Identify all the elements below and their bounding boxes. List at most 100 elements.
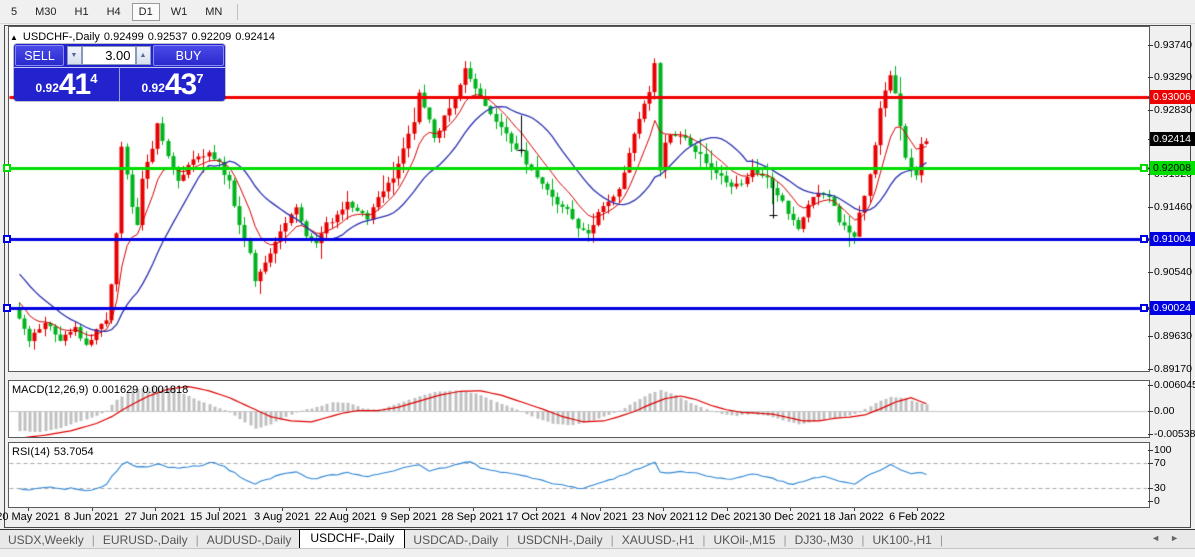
date-axis-tick bbox=[155, 508, 156, 511]
macd-value-main: 0.001629 bbox=[92, 384, 138, 396]
symbol-tab-usdcnh-daily[interactable]: USDCNH-,Daily bbox=[509, 532, 610, 548]
price-axis-tick bbox=[1148, 369, 1153, 370]
price-badge-0.93006: 0.93006 bbox=[1150, 90, 1195, 104]
price-axis-label: 0.92830 bbox=[1154, 104, 1192, 116]
date-axis-tick bbox=[790, 508, 791, 511]
price-axis-tick bbox=[1148, 450, 1153, 451]
timeframe-button-m30[interactable]: M30 bbox=[28, 3, 63, 21]
sell-price-display[interactable]: 0.92 41 4 bbox=[14, 67, 119, 101]
price-axis-label: 0.90540 bbox=[1154, 266, 1192, 278]
hline-handle[interactable] bbox=[1140, 304, 1148, 312]
price-axis-tick bbox=[1148, 110, 1153, 111]
price-axis-tick bbox=[1148, 45, 1153, 46]
hline-handle[interactable] bbox=[1140, 164, 1148, 172]
volume-input[interactable]: 3.00 bbox=[82, 46, 136, 65]
symbol-tab-dj30-m30[interactable]: DJ30-,M30 bbox=[787, 532, 862, 548]
date-axis-tick bbox=[854, 508, 855, 511]
hline-handle[interactable] bbox=[3, 164, 11, 172]
date-axis-label: 20 May 2021 bbox=[0, 511, 60, 523]
price-axis-tick bbox=[1148, 385, 1153, 386]
symbol-tab-usdcad-daily[interactable]: USDCAD-,Daily bbox=[405, 532, 506, 548]
symbol-tab-eurusd-daily[interactable]: EURUSD-,Daily bbox=[95, 532, 196, 548]
rsi-value: 53.7054 bbox=[54, 446, 94, 458]
date-axis-label: 23 Nov 2021 bbox=[632, 511, 694, 523]
rsi-axis-label: 30 bbox=[1154, 482, 1166, 494]
date-axis-label: 22 Aug 2021 bbox=[315, 511, 377, 523]
price-axis-label: 0.89170 bbox=[1154, 363, 1192, 375]
price-axis-tick bbox=[1148, 501, 1153, 502]
date-axis-tick bbox=[409, 508, 410, 511]
tab-scroll-arrows[interactable]: ◄► bbox=[1151, 533, 1189, 543]
rsi-axis-label: 0 bbox=[1154, 495, 1160, 507]
macd-axis-label: 0.00 bbox=[1154, 405, 1174, 417]
price-axis-label: 0.91460 bbox=[1154, 201, 1192, 213]
price-axis-label: 0.89630 bbox=[1154, 330, 1192, 342]
date-axis-tick bbox=[727, 508, 728, 511]
symbol-tab-audusd-daily[interactable]: AUDUSD-,Daily bbox=[199, 532, 300, 548]
date-axis-label: 28 Sep 2021 bbox=[441, 511, 503, 523]
symbol-tab-bar: USDX,Weekly|EURUSD-,Daily|AUDUSD-,DailyU… bbox=[0, 529, 1195, 549]
rsi-name: RSI(14) bbox=[12, 446, 50, 458]
volume-decrease-button[interactable]: ▼ bbox=[67, 46, 82, 65]
date-axis-tick bbox=[536, 508, 537, 511]
price-badge-0.90024: 0.90024 bbox=[1150, 301, 1195, 315]
timeframe-button-d1[interactable]: D1 bbox=[132, 3, 160, 21]
date-axis-label: 27 Jun 2021 bbox=[125, 511, 186, 523]
symbol-tab-usdchf-daily[interactable]: USDCHF-,Daily bbox=[299, 529, 405, 548]
date-axis-label: 8 Jun 2021 bbox=[64, 511, 118, 523]
symbol-tab-usdx-weekly[interactable]: USDX,Weekly bbox=[0, 532, 92, 548]
date-axis-tick bbox=[28, 508, 29, 511]
date-axis-label: 17 Oct 2021 bbox=[506, 511, 566, 523]
price-badge-0.91004: 0.91004 bbox=[1150, 232, 1195, 246]
date-axis-label: 18 Jan 2022 bbox=[823, 511, 884, 523]
hline-handle[interactable] bbox=[3, 235, 11, 243]
date-axis-label: 30 Dec 2021 bbox=[759, 511, 821, 523]
price-axis-label: 0.93740 bbox=[1154, 39, 1192, 51]
ohlc-open: 0.92499 bbox=[104, 31, 144, 43]
symbol-tab-xauusd-h1[interactable]: XAUUSD-,H1 bbox=[614, 532, 703, 548]
timeframe-button-h1[interactable]: H1 bbox=[68, 3, 96, 21]
timeframe-button-w1[interactable]: W1 bbox=[164, 3, 195, 21]
date-axis-label: 15 Jul 2021 bbox=[190, 511, 247, 523]
price-axis-tick bbox=[1148, 77, 1153, 78]
collapse-arrow-icon[interactable]: ▲ bbox=[10, 33, 18, 42]
price-badge-0.92414: 0.92414 bbox=[1150, 132, 1195, 146]
buy-button[interactable]: BUY bbox=[153, 45, 224, 66]
hline-handle[interactable] bbox=[1140, 235, 1148, 243]
timeframe-button-h4[interactable]: H4 bbox=[100, 3, 128, 21]
date-axis-tick bbox=[346, 508, 347, 511]
date-axis-tick bbox=[917, 508, 918, 511]
buy-price-pip: 7 bbox=[196, 71, 203, 86]
chart-title: ▲ USDCHF-,Daily 0.92499 0.925370.92209 0.924… bbox=[10, 31, 279, 43]
one-click-trade-panel: SELL ▼ 3.00 ▲ BUY 0.92 41 4 0.92 43 7 bbox=[14, 44, 225, 101]
tab-separator: | bbox=[940, 533, 943, 547]
sell-button[interactable]: SELL bbox=[15, 45, 64, 66]
date-axis-tick bbox=[92, 508, 93, 511]
date-axis-label: 12 Dec 2021 bbox=[695, 511, 757, 523]
rsi-canvas[interactable] bbox=[9, 443, 1149, 507]
ohlc-close: 0.92414 bbox=[235, 31, 275, 43]
price-axis-tick bbox=[1148, 488, 1153, 489]
timeframe-button-5[interactable]: 5 bbox=[4, 3, 24, 21]
ohlc-high: 0.92537 bbox=[148, 31, 188, 43]
date-axis-tick bbox=[473, 508, 474, 511]
date-axis-label: 9 Sep 2021 bbox=[381, 511, 437, 523]
symbol-tab-ukoil-m15[interactable]: UKOil-,M15 bbox=[706, 532, 784, 548]
symbol-tab-uk100-h1[interactable]: UK100-,H1 bbox=[864, 532, 939, 548]
price-axis-tick bbox=[1148, 272, 1153, 273]
symbol-period-label: USDCHF-,Daily bbox=[23, 31, 100, 43]
ohlc-low: 0.92209 bbox=[191, 31, 231, 43]
price-axis-label: 0.93290 bbox=[1154, 71, 1192, 83]
buy-price-display[interactable]: 0.92 43 7 bbox=[119, 67, 225, 101]
macd-name: MACD(12,26,9) bbox=[12, 384, 88, 396]
rsi-axis-label: 70 bbox=[1154, 457, 1166, 469]
date-axis-tick bbox=[282, 508, 283, 511]
hline-handle[interactable] bbox=[3, 304, 11, 312]
date-axis-tick bbox=[219, 508, 220, 511]
timeframe-button-mn[interactable]: MN bbox=[198, 3, 229, 21]
volume-increase-button[interactable]: ▲ bbox=[136, 46, 151, 65]
macd-axis-label: 0.006045 bbox=[1154, 379, 1195, 391]
macd-axis-label: -0.005383 bbox=[1154, 428, 1195, 440]
date-axis-tick bbox=[600, 508, 601, 511]
sell-price-pip: 4 bbox=[90, 71, 97, 86]
